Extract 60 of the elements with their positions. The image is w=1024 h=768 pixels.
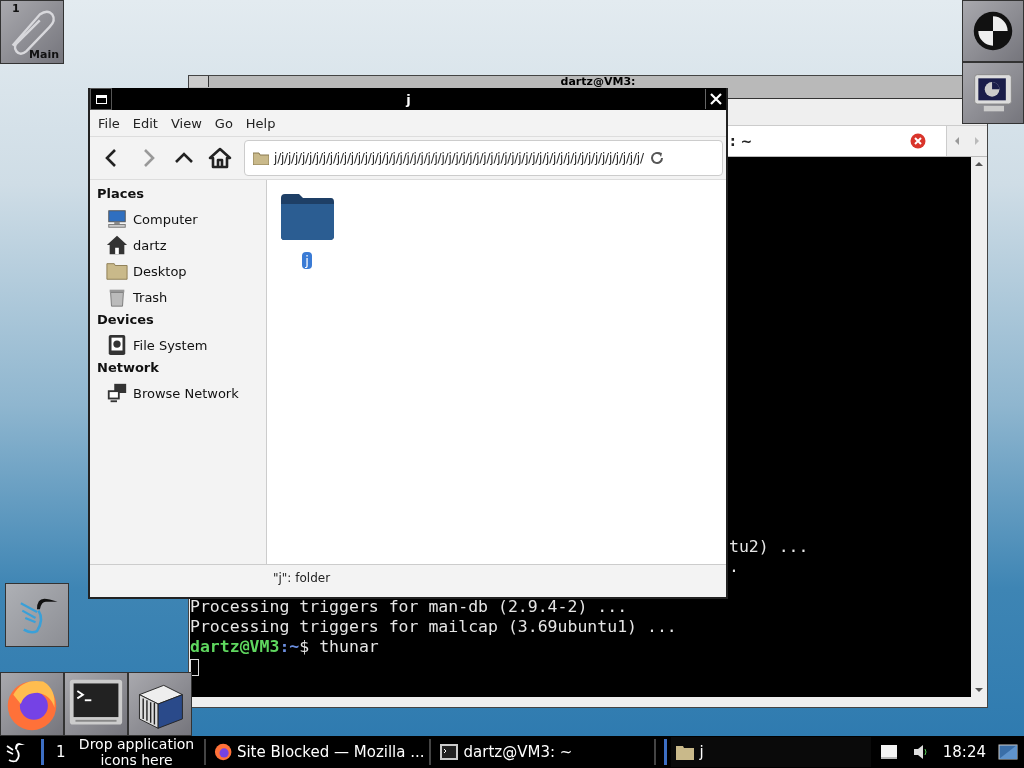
file-name[interactable]: j — [302, 252, 312, 269]
workspace-tile[interactable]: 1 Main — [0, 0, 64, 64]
sidebar-heading: Places — [97, 185, 146, 203]
prompt-command: $ thunar — [299, 637, 379, 657]
sidebar-item[interactable]: Trash — [97, 284, 266, 310]
sidebar-item[interactable]: Computer — [97, 206, 266, 232]
dock-tile[interactable] — [5, 583, 69, 647]
dock-tile[interactable] — [962, 62, 1024, 124]
sidebar-item[interactable]: File System — [97, 332, 266, 358]
folder-icon — [106, 260, 128, 282]
menu-item[interactable]: Go — [213, 115, 239, 131]
terminal-icon — [438, 742, 459, 762]
workspace-label: Main — [29, 48, 59, 61]
browser-icon — [213, 742, 232, 762]
terminal-line: tu2) ... — [728, 537, 810, 557]
folder-icon — [253, 151, 269, 165]
network-icon — [106, 382, 128, 404]
sidebar-item[interactable]: Desktop — [97, 258, 266, 284]
dock-tile[interactable] — [128, 672, 192, 736]
workspace-number: 1 — [12, 2, 20, 15]
sidebar-item[interactable]: Browse Network — [97, 380, 266, 406]
sidebar-heading: Devices — [97, 311, 155, 329]
workspace-number[interactable]: 1 — [48, 743, 74, 761]
window-menu-button[interactable] — [189, 76, 209, 87]
window-title: j — [404, 91, 412, 107]
sidebar-heading: Network — [97, 359, 160, 377]
window-title: dartz@VM3: — [559, 76, 637, 88]
dock-tile[interactable] — [64, 672, 128, 736]
clock: 18:24 — [942, 743, 986, 761]
menu-item[interactable]: Edit — [131, 115, 164, 131]
up-arrow-icon[interactable] — [974, 161, 984, 167]
menu-item[interactable]: View — [169, 115, 208, 131]
task-button[interactable]: dartz@VM3: ~ — [434, 737, 650, 767]
terminal-line: Processing triggers for man-db (2.9.4-2) ... — [190, 597, 629, 617]
computer-icon — [106, 208, 128, 230]
menu-item[interactable]: Help — [244, 115, 282, 131]
task-button[interactable]: j — [670, 737, 871, 767]
clip-icon — [971, 9, 1015, 53]
home-icon — [106, 234, 128, 256]
sidebar-item[interactable]: dartz — [97, 232, 266, 258]
prompt-path: :~ — [279, 637, 300, 657]
launcher-hint: Drop application icons here — [77, 736, 196, 768]
menu-item[interactable]: File — [97, 115, 126, 131]
folder-icon[interactable] — [279, 192, 335, 242]
reload-icon[interactable] — [648, 150, 665, 166]
prompt-user: dartz@VM3 — [190, 637, 280, 657]
text-cursor — [190, 659, 199, 676]
dock-tile[interactable] — [0, 672, 64, 736]
status-text: "j": folder — [273, 571, 331, 585]
drive-icon — [106, 334, 128, 356]
location-field[interactable]: j/j/j/j/j/j/j/j/j/j/j/j/j/j/j/j/j/j/j/j/j/j/j/j/j/j/j/j/j/j/j/j/j/j/j/j/j/j/j/j/j/j/j/j/j/j/j/j/j/j/j/j/j/ — [244, 140, 723, 176]
terminal-tab[interactable]: : ~ — [728, 126, 947, 156]
down-arrow-icon[interactable] — [974, 687, 984, 693]
window-menu-button[interactable] — [90, 88, 112, 110]
home-icon[interactable] — [208, 146, 232, 170]
display-icon[interactable] — [998, 742, 1018, 762]
task-button[interactable]: Site Blocked — Mozilla ... — [209, 737, 425, 767]
dock-tile[interactable] — [962, 0, 1024, 62]
terminal-line: Processing triggers for mailcap (3.69ubuntu1) ... — [190, 617, 678, 637]
notes-icon[interactable] — [878, 742, 899, 762]
